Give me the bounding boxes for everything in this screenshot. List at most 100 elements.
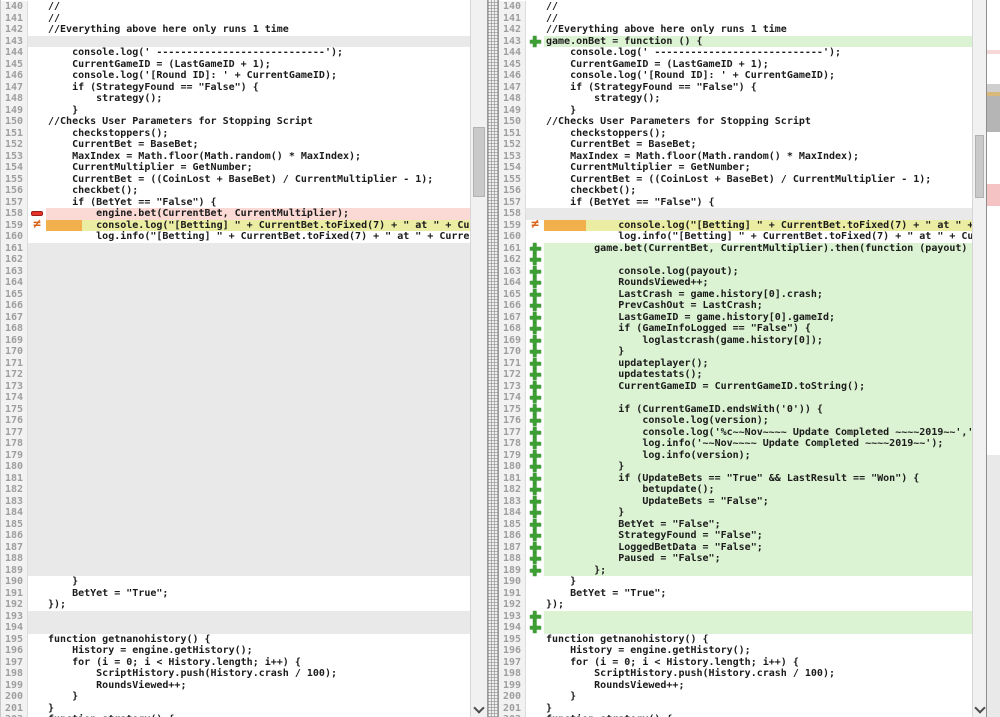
left-code-text[interactable]: CurrentGameID = (LastGameID + 1);: [46, 59, 470, 71]
left-code-text[interactable]: [46, 277, 470, 289]
left-code-text[interactable]: [46, 358, 470, 370]
right-code-text[interactable]: CurrentGameID = (LastGameID + 1);: [544, 59, 972, 71]
left-code-text[interactable]: }: [46, 691, 470, 703]
right-code-text[interactable]: console.log('[Round ID]: ' + CurrentGame…: [544, 70, 972, 82]
right-code-text[interactable]: StrategyFound = "False";: [544, 530, 972, 542]
right-code-text[interactable]: }: [544, 576, 972, 588]
left-code-text[interactable]: [46, 323, 470, 335]
left-code-text[interactable]: [46, 266, 470, 278]
right-code-text[interactable]: updateplayer();: [544, 358, 972, 370]
right-code-text[interactable]: [544, 611, 972, 623]
left-code-text[interactable]: [46, 473, 470, 485]
left-code-text[interactable]: console.log('[Round ID]: ' + CurrentGame…: [46, 70, 470, 82]
left-code-text[interactable]: [46, 427, 470, 439]
right-code-text[interactable]: log.info(version);: [544, 450, 972, 462]
right-code-text[interactable]: }: [544, 507, 972, 519]
left-code-text[interactable]: [46, 461, 470, 473]
right-code-text[interactable]: console.log(' --------------------------…: [544, 47, 972, 59]
right-code-text[interactable]: console.log("[Betting] " + CurrentBet.to…: [544, 220, 972, 232]
right-code-text[interactable]: CurrentGameID = CurrentGameID.toString()…: [544, 381, 972, 393]
left-code-text[interactable]: [46, 415, 470, 427]
left-code-text[interactable]: console.log("[Betting] " + CurrentBet.to…: [46, 220, 470, 232]
left-code-text[interactable]: [46, 369, 470, 381]
left-code-text[interactable]: [46, 484, 470, 496]
left-code-text[interactable]: [46, 404, 470, 416]
right-code-text[interactable]: CurrentBet = BaseBet;: [544, 139, 972, 151]
right-code-text[interactable]: LastGameID = game.history[0].gameId;: [544, 312, 972, 324]
right-code-text[interactable]: BetYet = "False";: [544, 519, 972, 531]
right-code-text[interactable]: CurrentBet = ((CoinLost + BaseBet) / Cur…: [544, 174, 972, 186]
left-code-text[interactable]: checkbet();: [46, 185, 470, 197]
right-code-text[interactable]: [544, 392, 972, 404]
right-scrollbar[interactable]: [972, 0, 986, 717]
left-code-text[interactable]: [46, 335, 470, 347]
left-code-text[interactable]: }: [46, 105, 470, 117]
right-code-text[interactable]: LastCrash = game.history[0].crash;: [544, 289, 972, 301]
right-code-text[interactable]: if (CurrentGameID.endsWith('0')) {: [544, 404, 972, 416]
left-code-text[interactable]: History = engine.getHistory();: [46, 645, 470, 657]
left-scrollbar-down-button[interactable]: [471, 701, 487, 717]
right-code-text[interactable]: History = engine.getHistory();: [544, 645, 972, 657]
left-code-text[interactable]: if (StrategyFound == "False") {: [46, 82, 470, 94]
left-code-text[interactable]: //: [46, 1, 470, 13]
right-code-text[interactable]: LoggedBetData = "False";: [544, 542, 972, 554]
right-code-text[interactable]: [544, 208, 972, 220]
right-code-text[interactable]: //: [544, 13, 972, 25]
left-code-text[interactable]: [46, 565, 470, 577]
right-code-text[interactable]: console.log('%c~~Nov~~~~ Update Complete…: [544, 427, 972, 439]
right-code-text[interactable]: function getnanohistory() {: [544, 634, 972, 646]
right-code-text[interactable]: if (GameInfoLogged == "False") {: [544, 323, 972, 335]
right-code-text[interactable]: for (i = 0; i < History.length; i++) {: [544, 657, 972, 669]
right-code-text[interactable]: //: [544, 1, 972, 13]
left-code-text[interactable]: [46, 36, 470, 48]
right-code-text[interactable]: Paused = "False";: [544, 553, 972, 565]
left-code-text[interactable]: [46, 243, 470, 255]
right-code-text[interactable]: game.bet(CurrentBet, CurrentMultiplier).…: [544, 243, 972, 255]
right-code-text[interactable]: UpdateBets = "False";: [544, 496, 972, 508]
right-code-text[interactable]: [544, 254, 972, 266]
left-code-text[interactable]: [46, 519, 470, 531]
left-scrollbar-thumb[interactable]: [473, 127, 485, 197]
left-code-text[interactable]: CurrentBet = BaseBet;: [46, 139, 470, 151]
left-code-text[interactable]: console.log(' --------------------------…: [46, 47, 470, 59]
left-scrollbar[interactable]: [470, 0, 487, 717]
right-code-text[interactable]: RoundsViewed++;: [544, 277, 972, 289]
left-code-text[interactable]: }: [46, 576, 470, 588]
left-code-text[interactable]: log.info("[Betting] " + CurrentBet.toFix…: [46, 231, 470, 243]
left-code-text[interactable]: [46, 392, 470, 404]
right-code-text[interactable]: console.log(version);: [544, 415, 972, 427]
left-code-text[interactable]: ScriptHistory.push(History.crash / 100);: [46, 668, 470, 680]
left-code-text[interactable]: MaxIndex = Math.floor(Math.random() * Ma…: [46, 151, 470, 163]
right-code-text[interactable]: BetYet = "True";: [544, 588, 972, 600]
overview-strip[interactable]: [986, 0, 1000, 717]
left-code-text[interactable]: if (BetYet == "False") {: [46, 197, 470, 209]
left-code-text[interactable]: [46, 346, 470, 358]
left-code-text[interactable]: CurrentBet = ((CoinLost + BaseBet) / Cur…: [46, 174, 470, 186]
right-code-text[interactable]: game.onBet = function () {: [544, 36, 972, 48]
left-code-text[interactable]: [46, 611, 470, 623]
right-scrollbar-down-button[interactable]: [973, 701, 986, 717]
left-code-text[interactable]: }: [46, 703, 470, 715]
left-code-text[interactable]: //Everything above here only runs 1 time: [46, 24, 470, 36]
left-code-text[interactable]: engine.bet(CurrentBet, CurrentMultiplier…: [46, 208, 470, 220]
left-code-text[interactable]: strategy();: [46, 93, 470, 105]
right-code-text[interactable]: loglastcrash(game.history[0]);: [544, 335, 972, 347]
right-code-text[interactable]: }: [544, 346, 972, 358]
right-code-text[interactable]: });: [544, 599, 972, 611]
right-code-text[interactable]: }: [544, 703, 972, 715]
right-code-text[interactable]: PrevCashOut = LastCrash;: [544, 300, 972, 312]
right-code-text[interactable]: //Checks User Parameters for Stopping Sc…: [544, 116, 972, 128]
left-code-text[interactable]: function getnanohistory() {: [46, 634, 470, 646]
right-code-text[interactable]: betupdate();: [544, 484, 972, 496]
right-code-text[interactable]: [544, 622, 972, 634]
right-code-text[interactable]: if (BetYet == "False") {: [544, 197, 972, 209]
right-code-text[interactable]: updatestats();: [544, 369, 972, 381]
right-code-text[interactable]: }: [544, 105, 972, 117]
right-code-text[interactable]: checkstoppers();: [544, 128, 972, 140]
right-code-text[interactable]: checkbet();: [544, 185, 972, 197]
right-code-text[interactable]: strategy();: [544, 93, 972, 105]
right-scrollbar-thumb[interactable]: [975, 135, 984, 198]
right-code-text[interactable]: MaxIndex = Math.floor(Math.random() * Ma…: [544, 151, 972, 163]
right-code-text[interactable]: if (StrategyFound == "False") {: [544, 82, 972, 94]
left-code-text[interactable]: [46, 289, 470, 301]
